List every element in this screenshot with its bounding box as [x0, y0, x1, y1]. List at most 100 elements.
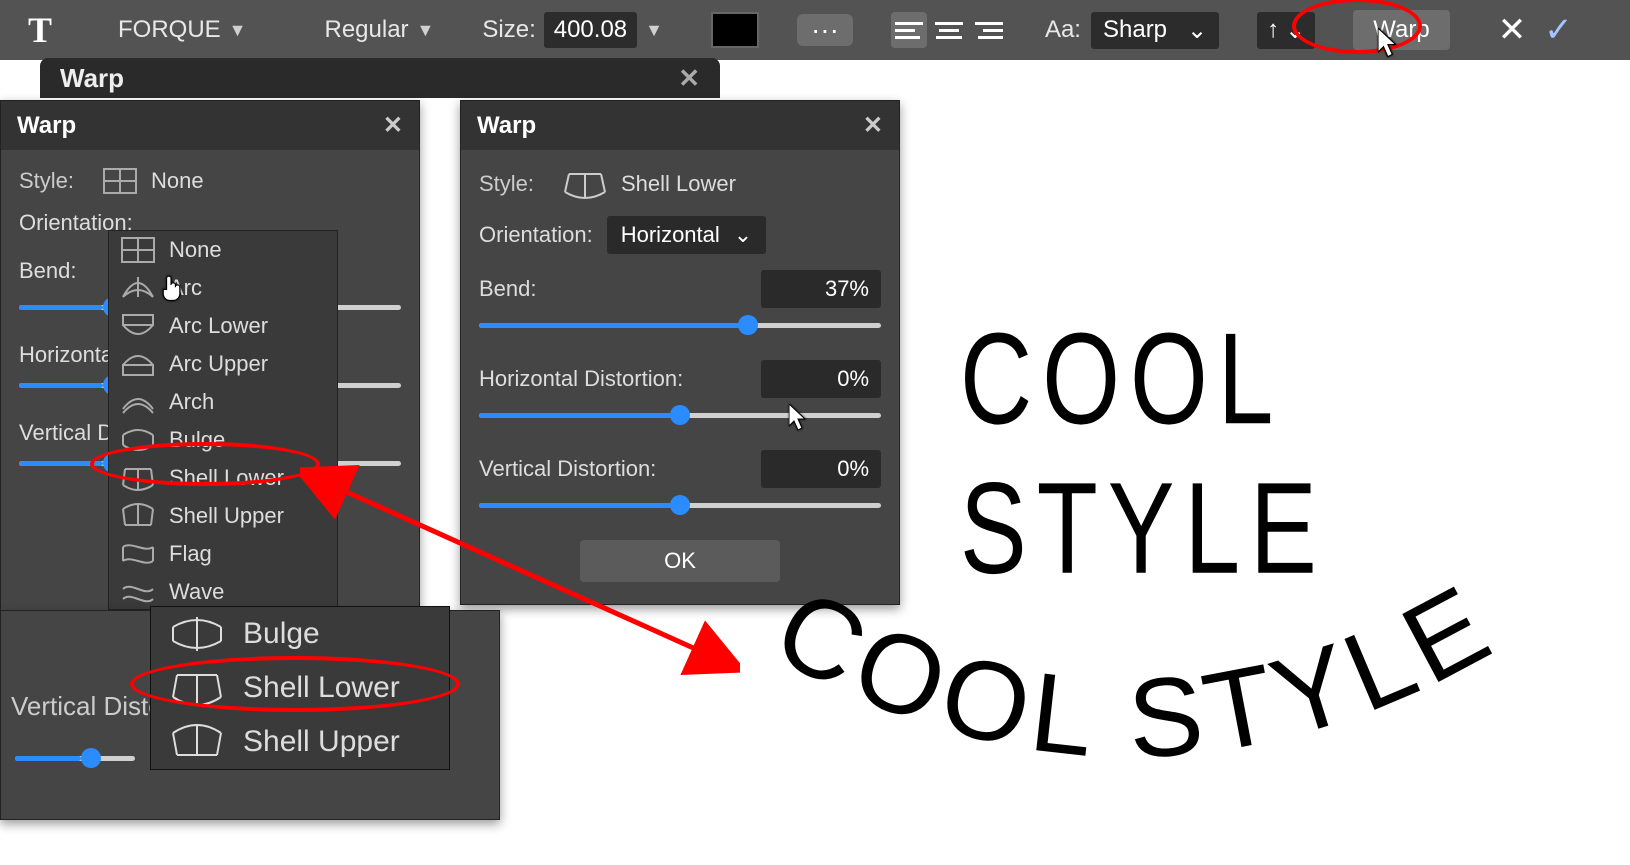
panel-title-bar: Warp ✕: [1, 101, 419, 150]
bend-value[interactable]: 37%: [761, 270, 881, 308]
v-distortion-label: Vertical Distortion:: [479, 456, 656, 482]
warp-button[interactable]: Warp: [1353, 10, 1449, 50]
style-option-bulge[interactable]: Bulge: [151, 607, 449, 661]
style-option-shell-lower[interactable]: Shell Lower: [151, 661, 449, 715]
bend-slider[interactable]: [479, 318, 881, 332]
style-option-arch[interactable]: Arch: [109, 383, 337, 421]
v-distortion-value[interactable]: 0%: [761, 450, 881, 488]
cursor-icon: [1378, 28, 1400, 56]
style-option-label: Shell Lower: [243, 671, 400, 705]
font-family-value: FORQUE: [118, 16, 221, 44]
h-distortion-slider[interactable]: [479, 408, 881, 422]
style-option-flag[interactable]: Flag: [109, 535, 337, 573]
font-family-dropdown[interactable]: FORQUE ▼: [118, 16, 247, 44]
tab-title: Warp: [60, 63, 124, 94]
style-option-arc-lower[interactable]: Arc Lower: [109, 307, 337, 345]
style-label: Style:: [19, 168, 89, 194]
style-bulge-icon: [169, 613, 225, 655]
style-arch-icon: [121, 389, 155, 415]
h-distortion-label: Horizontal Distortion:: [479, 366, 683, 392]
align-center-button[interactable]: [931, 12, 967, 48]
style-flag-icon: [121, 541, 155, 567]
style-value[interactable]: Shell Lower: [621, 171, 736, 197]
font-style-value: Regular: [325, 16, 409, 44]
style-shell-upper-icon: [169, 721, 225, 763]
orientation-value: Horizontal: [621, 222, 720, 248]
style-option-label: Wave: [169, 579, 224, 605]
close-icon[interactable]: ✕: [678, 63, 700, 94]
close-icon[interactable]: ✕: [383, 111, 403, 140]
font-size-group: Size: 400.08 ▼: [482, 12, 663, 48]
style-option-label: Shell Upper: [243, 725, 400, 759]
zoom-inset-list: Bulge Shell Lower Shell Upper: [150, 606, 450, 770]
bg-slider: [15, 751, 135, 765]
orientation-dropdown[interactable]: Horizontal ⌄: [607, 216, 766, 254]
panel-title-bar: Warp ✕: [461, 101, 899, 150]
antialias-dropdown[interactable]: Sharp ⌄: [1091, 12, 1219, 49]
chevron-down-icon: ⌄: [734, 222, 752, 248]
align-right-button[interactable]: [971, 12, 1007, 48]
style-option-arc[interactable]: Arc: [109, 269, 337, 307]
aa-value: Sharp: [1103, 16, 1167, 44]
chevron-down-icon: ⌄: [1285, 16, 1305, 45]
style-option-shell-upper[interactable]: Shell Upper: [109, 497, 337, 535]
style-none-icon: [121, 237, 155, 263]
style-label: Style:: [479, 171, 549, 197]
h-distortion-value[interactable]: 0%: [761, 360, 881, 398]
chevron-down-icon[interactable]: ▼: [645, 20, 663, 41]
warp-panel-right: Warp ✕ Style: Shell Lower Orientation: H…: [460, 100, 900, 605]
preview-text-warped-content: COOL STYLE: [757, 560, 1515, 782]
text-align-group: [891, 12, 1007, 48]
v-distortion-slider[interactable]: [479, 498, 881, 512]
style-option-label: Arch: [169, 389, 214, 415]
font-size-input[interactable]: 400.08: [544, 12, 637, 48]
preview-text-warped: COOL STYLE: [720, 560, 1600, 840]
style-value[interactable]: None: [151, 168, 204, 194]
style-option-shell-lower[interactable]: Shell Lower: [109, 459, 337, 497]
font-style-dropdown[interactable]: Regular ▼: [325, 16, 435, 44]
ok-label: OK: [664, 548, 696, 573]
chevron-down-icon: ▼: [229, 20, 247, 41]
confirm-button[interactable]: ✓: [1544, 10, 1573, 50]
style-option-label: Arc Upper: [169, 351, 268, 377]
type-tool-icon: T: [20, 9, 60, 51]
svg-text:COOL STYLE: COOL STYLE: [757, 560, 1515, 782]
panel-title: Warp: [17, 112, 76, 140]
style-shell-upper-icon: [121, 503, 155, 529]
style-dropdown-list[interactable]: None Arc Arc Lower Arc Upper Arch Bulge …: [108, 230, 338, 610]
aa-label: Aa:: [1045, 16, 1081, 44]
style-option-label: Bulge: [243, 617, 320, 651]
style-option-arc-upper[interactable]: Arc Upper: [109, 345, 337, 383]
document-tab[interactable]: Warp ✕: [40, 58, 720, 98]
align-left-button[interactable]: [891, 12, 927, 48]
more-options-button[interactable]: ···: [797, 14, 853, 46]
style-option-label: None: [169, 237, 222, 263]
chevron-down-icon: ⌄: [1187, 16, 1207, 45]
style-option-label: Bulge: [169, 427, 225, 453]
close-icon[interactable]: ✕: [863, 111, 883, 140]
style-option-bulge[interactable]: Bulge: [109, 421, 337, 459]
text-direction-button[interactable]: ↑ ⌄: [1257, 12, 1315, 49]
text-color-swatch[interactable]: [711, 12, 759, 48]
antialias-group: Aa: Sharp ⌄: [1045, 12, 1219, 49]
style-wave-icon: [121, 579, 155, 605]
style-arc-icon: [121, 275, 155, 301]
style-bulge-icon: [121, 427, 155, 453]
style-option-wave[interactable]: Wave: [109, 573, 337, 610]
orientation-label: Orientation:: [479, 222, 593, 248]
style-option-label: Shell Upper: [169, 503, 284, 529]
bend-label: Bend:: [479, 276, 537, 302]
chevron-down-icon: ▼: [417, 20, 435, 41]
style-shell-lower-icon: [169, 667, 225, 709]
style-option-none[interactable]: None: [109, 231, 337, 269]
size-label: Size:: [482, 16, 535, 44]
style-option-shell-upper[interactable]: Shell Upper: [151, 715, 449, 769]
style-arc-lower-icon: [121, 313, 155, 339]
bend-label: Bend:: [19, 258, 77, 284]
style-option-label: Flag: [169, 541, 212, 567]
cancel-button[interactable]: ✕: [1498, 10, 1527, 50]
arrow-up-icon: ↑: [1267, 16, 1279, 44]
style-option-label: Shell Lower: [169, 465, 284, 491]
style-arc-upper-icon: [121, 351, 155, 377]
style-option-label: Arc Lower: [169, 313, 268, 339]
